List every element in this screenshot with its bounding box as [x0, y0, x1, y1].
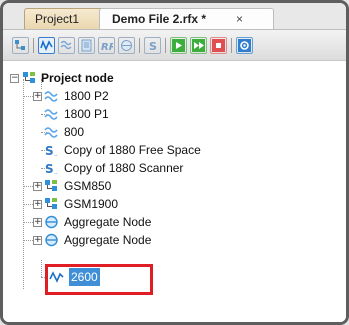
stop-icon[interactable] — [210, 37, 227, 54]
expand-icon[interactable]: + — [33, 92, 42, 101]
tree-root-row[interactable]: − Project node — [3, 69, 303, 87]
tree-item-label: Aggregate Node — [64, 215, 152, 229]
expand-icon[interactable]: + — [33, 182, 42, 191]
multi-wave-icon[interactable] — [58, 37, 75, 54]
toolbar-separator — [231, 38, 232, 53]
toolbar-separator — [139, 38, 140, 53]
tree-item[interactable]: + Aggregate Node — [3, 213, 303, 231]
toolbar: RR S — [3, 30, 346, 61]
wave-icon — [44, 127, 58, 138]
waveform-icon[interactable] — [38, 37, 55, 54]
node-icon — [45, 180, 57, 191]
tree-item-label: GSM1900 — [64, 197, 119, 211]
svg-text:..: .. — [54, 169, 58, 175]
tab-demo-file-label: Demo File 2.rfx * — [112, 12, 207, 26]
play-icon[interactable] — [170, 37, 187, 54]
project-node-icon — [23, 72, 35, 83]
tree-root-label: Project node — [41, 71, 114, 85]
wave-icon — [44, 91, 58, 102]
svg-text:RR: RR — [101, 42, 113, 52]
tree-item[interactable]: 1800 P1 — [3, 105, 303, 123]
step-forward-icon[interactable] — [190, 37, 207, 54]
tree-item-label: Aggregate Node — [64, 233, 152, 247]
tree-item-label: 1800 P1 — [64, 107, 109, 121]
italic-r-icon[interactable]: RR — [98, 37, 115, 54]
tree-item[interactable]: S.. Copy of 1880 Free Space — [3, 141, 303, 159]
tab-project1[interactable]: Project1 — [24, 8, 110, 30]
tree-item[interactable]: + Aggregate Node — [3, 231, 303, 249]
tree-item[interactable]: + GSM850 — [3, 177, 303, 195]
expand-icon[interactable]: + — [33, 218, 42, 227]
expand-icon[interactable]: + — [33, 200, 42, 209]
svg-text:S: S — [149, 40, 157, 52]
toolbar-separator — [165, 38, 166, 53]
svg-text:S: S — [45, 162, 54, 175]
toolbar-separator — [33, 38, 34, 53]
tree-item[interactable]: 800 — [3, 123, 303, 141]
close-tab-icon[interactable]: × — [236, 9, 243, 30]
tree-item[interactable]: + 1800 P2 — [3, 87, 303, 105]
tab-demo-file[interactable]: Demo File 2.rfx * × — [99, 8, 274, 30]
tree-item[interactable]: + GSM1900 — [3, 195, 303, 213]
node-icon — [45, 198, 57, 209]
s-icon[interactable]: S — [144, 37, 161, 54]
highlight-box — [45, 264, 153, 295]
tab-project1-label: Project1 — [35, 12, 80, 26]
expand-icon[interactable]: + — [33, 236, 42, 245]
s-icon: S.. — [45, 162, 58, 175]
tree-connector — [41, 260, 42, 277]
tree-item-label: Copy of 1880 Free Space — [64, 143, 201, 157]
window-frame: Project1 Demo File 2.rfx * × RR S — [0, 0, 349, 325]
tree-item-label: GSM850 — [64, 179, 112, 193]
tree-item-label: 800 — [64, 125, 85, 139]
aggregate-icon — [45, 215, 58, 229]
tree-item-label: Copy of 1880 Scanner — [64, 161, 184, 175]
wave-icon — [44, 109, 58, 120]
s-icon: S.. — [45, 144, 58, 157]
gear-icon[interactable] — [236, 37, 253, 54]
page-icon[interactable] — [78, 37, 95, 54]
svg-text:S: S — [45, 144, 54, 157]
collapse-icon[interactable]: − — [10, 74, 19, 83]
tree-icon[interactable] — [12, 37, 29, 54]
tree-item[interactable]: S.. Copy of 1880 Scanner — [3, 159, 303, 177]
aggregate-icon — [45, 233, 58, 247]
tree-item-label: 1800 P2 — [64, 89, 109, 103]
tab-strip: Project1 Demo File 2.rfx * × — [3, 3, 346, 30]
disk-icon[interactable] — [118, 37, 135, 54]
svg-text:..: .. — [54, 151, 58, 157]
